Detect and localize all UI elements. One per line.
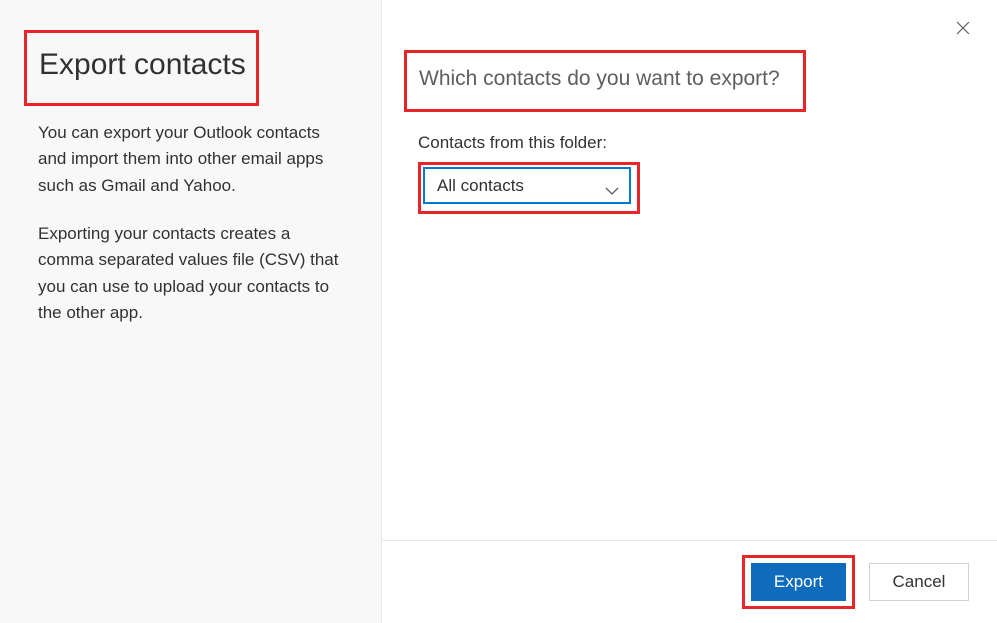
left-panel: Export contacts You can export your Outl… <box>0 0 382 623</box>
description-1: You can export your Outlook contacts and… <box>38 120 343 199</box>
chevron-down-icon <box>605 182 619 190</box>
question-highlight-box: Which contacts do you want to export? <box>404 50 806 112</box>
folder-label: Contacts from this folder: <box>418 133 997 153</box>
dialog-title: Export contacts <box>39 47 246 83</box>
dialog-footer: Export Cancel <box>382 540 997 623</box>
export-button[interactable]: Export <box>751 563 846 601</box>
cancel-button[interactable]: Cancel <box>869 563 969 601</box>
title-highlight-box: Export contacts <box>24 30 259 106</box>
question-text: Which contacts do you want to export? <box>419 67 791 91</box>
export-highlight-box: Export <box>742 555 855 609</box>
folder-dropdown[interactable]: All contacts <box>423 167 631 204</box>
right-content: Which contacts do you want to export? Co… <box>382 0 997 540</box>
dropdown-selected-value: All contacts <box>437 176 524 196</box>
dropdown-highlight-box: All contacts <box>418 162 640 214</box>
right-panel: Which contacts do you want to export? Co… <box>382 0 997 623</box>
description-2: Exporting your contacts creates a comma … <box>38 221 343 326</box>
